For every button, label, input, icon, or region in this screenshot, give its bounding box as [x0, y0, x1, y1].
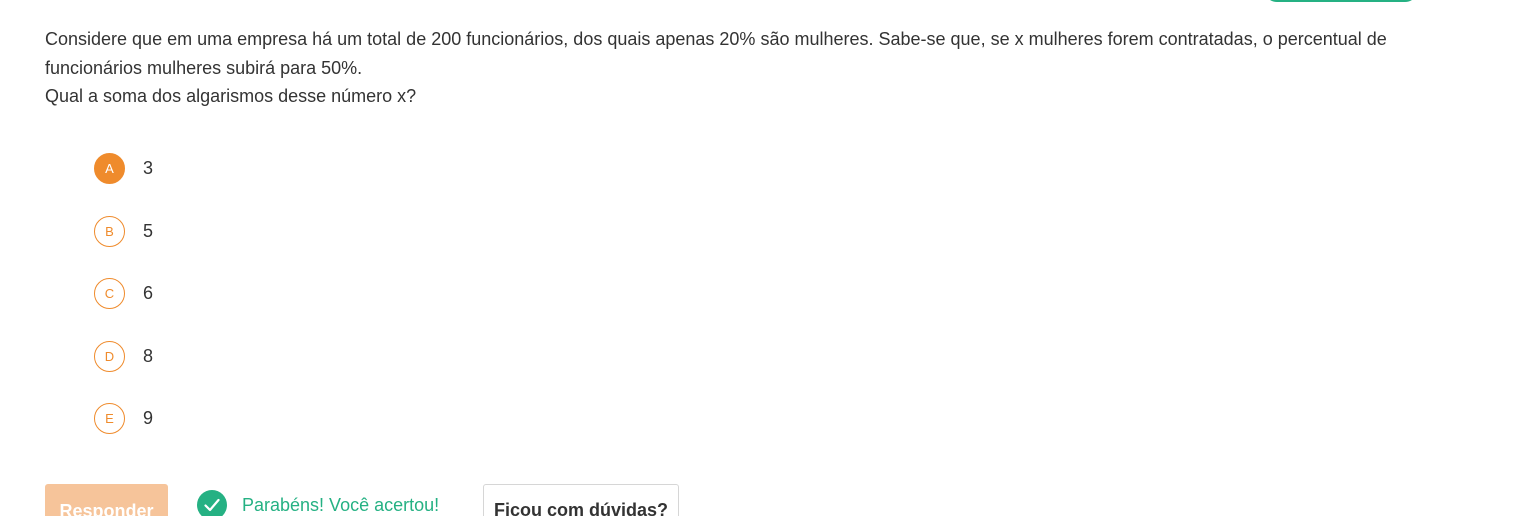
option-e[interactable]: E 9	[94, 403, 153, 434]
option-c[interactable]: C 6	[94, 278, 153, 309]
option-text-c: 6	[143, 283, 154, 303]
respond-button[interactable]: Responder	[45, 484, 168, 516]
option-letter-d[interactable]: D	[94, 340, 125, 372]
question-prompt: Qual a soma dos algarismos desse número …	[45, 86, 417, 106]
question-text: Considere que em uma empresa há um total…	[45, 29, 1387, 78]
question-page: Considere que em uma empresa há um total…	[0, 0, 1534, 516]
option-text-d: 8	[143, 345, 154, 366]
option-b[interactable]: B 5	[94, 215, 154, 247]
option-letter-c[interactable]: C	[94, 278, 125, 309]
option-text-e: 9	[143, 408, 154, 428]
top-pill-button[interactable]	[1264, 0, 1418, 2]
answer-options: A 3 B 5 C 6 D 8 E 9	[94, 153, 153, 466]
option-text-b: 5	[143, 220, 154, 241]
option-a[interactable]: A 3	[94, 153, 153, 184]
option-d[interactable]: D 8	[94, 340, 154, 372]
option-letter-b[interactable]: B	[94, 215, 125, 247]
doubts-button[interactable]: Ficou com dúvidas?	[483, 484, 679, 516]
success-message: Parabéns! Você acertou!	[242, 494, 440, 515]
option-text-a: 3	[143, 158, 154, 178]
success-feedback: Parabéns! Você acertou!	[197, 490, 439, 516]
question-statement: Considere que em uma empresa há um total…	[45, 25, 1425, 111]
option-letter-a[interactable]: A	[94, 153, 125, 184]
option-letter-e[interactable]: E	[94, 403, 125, 434]
check-circle-icon	[197, 490, 227, 516]
